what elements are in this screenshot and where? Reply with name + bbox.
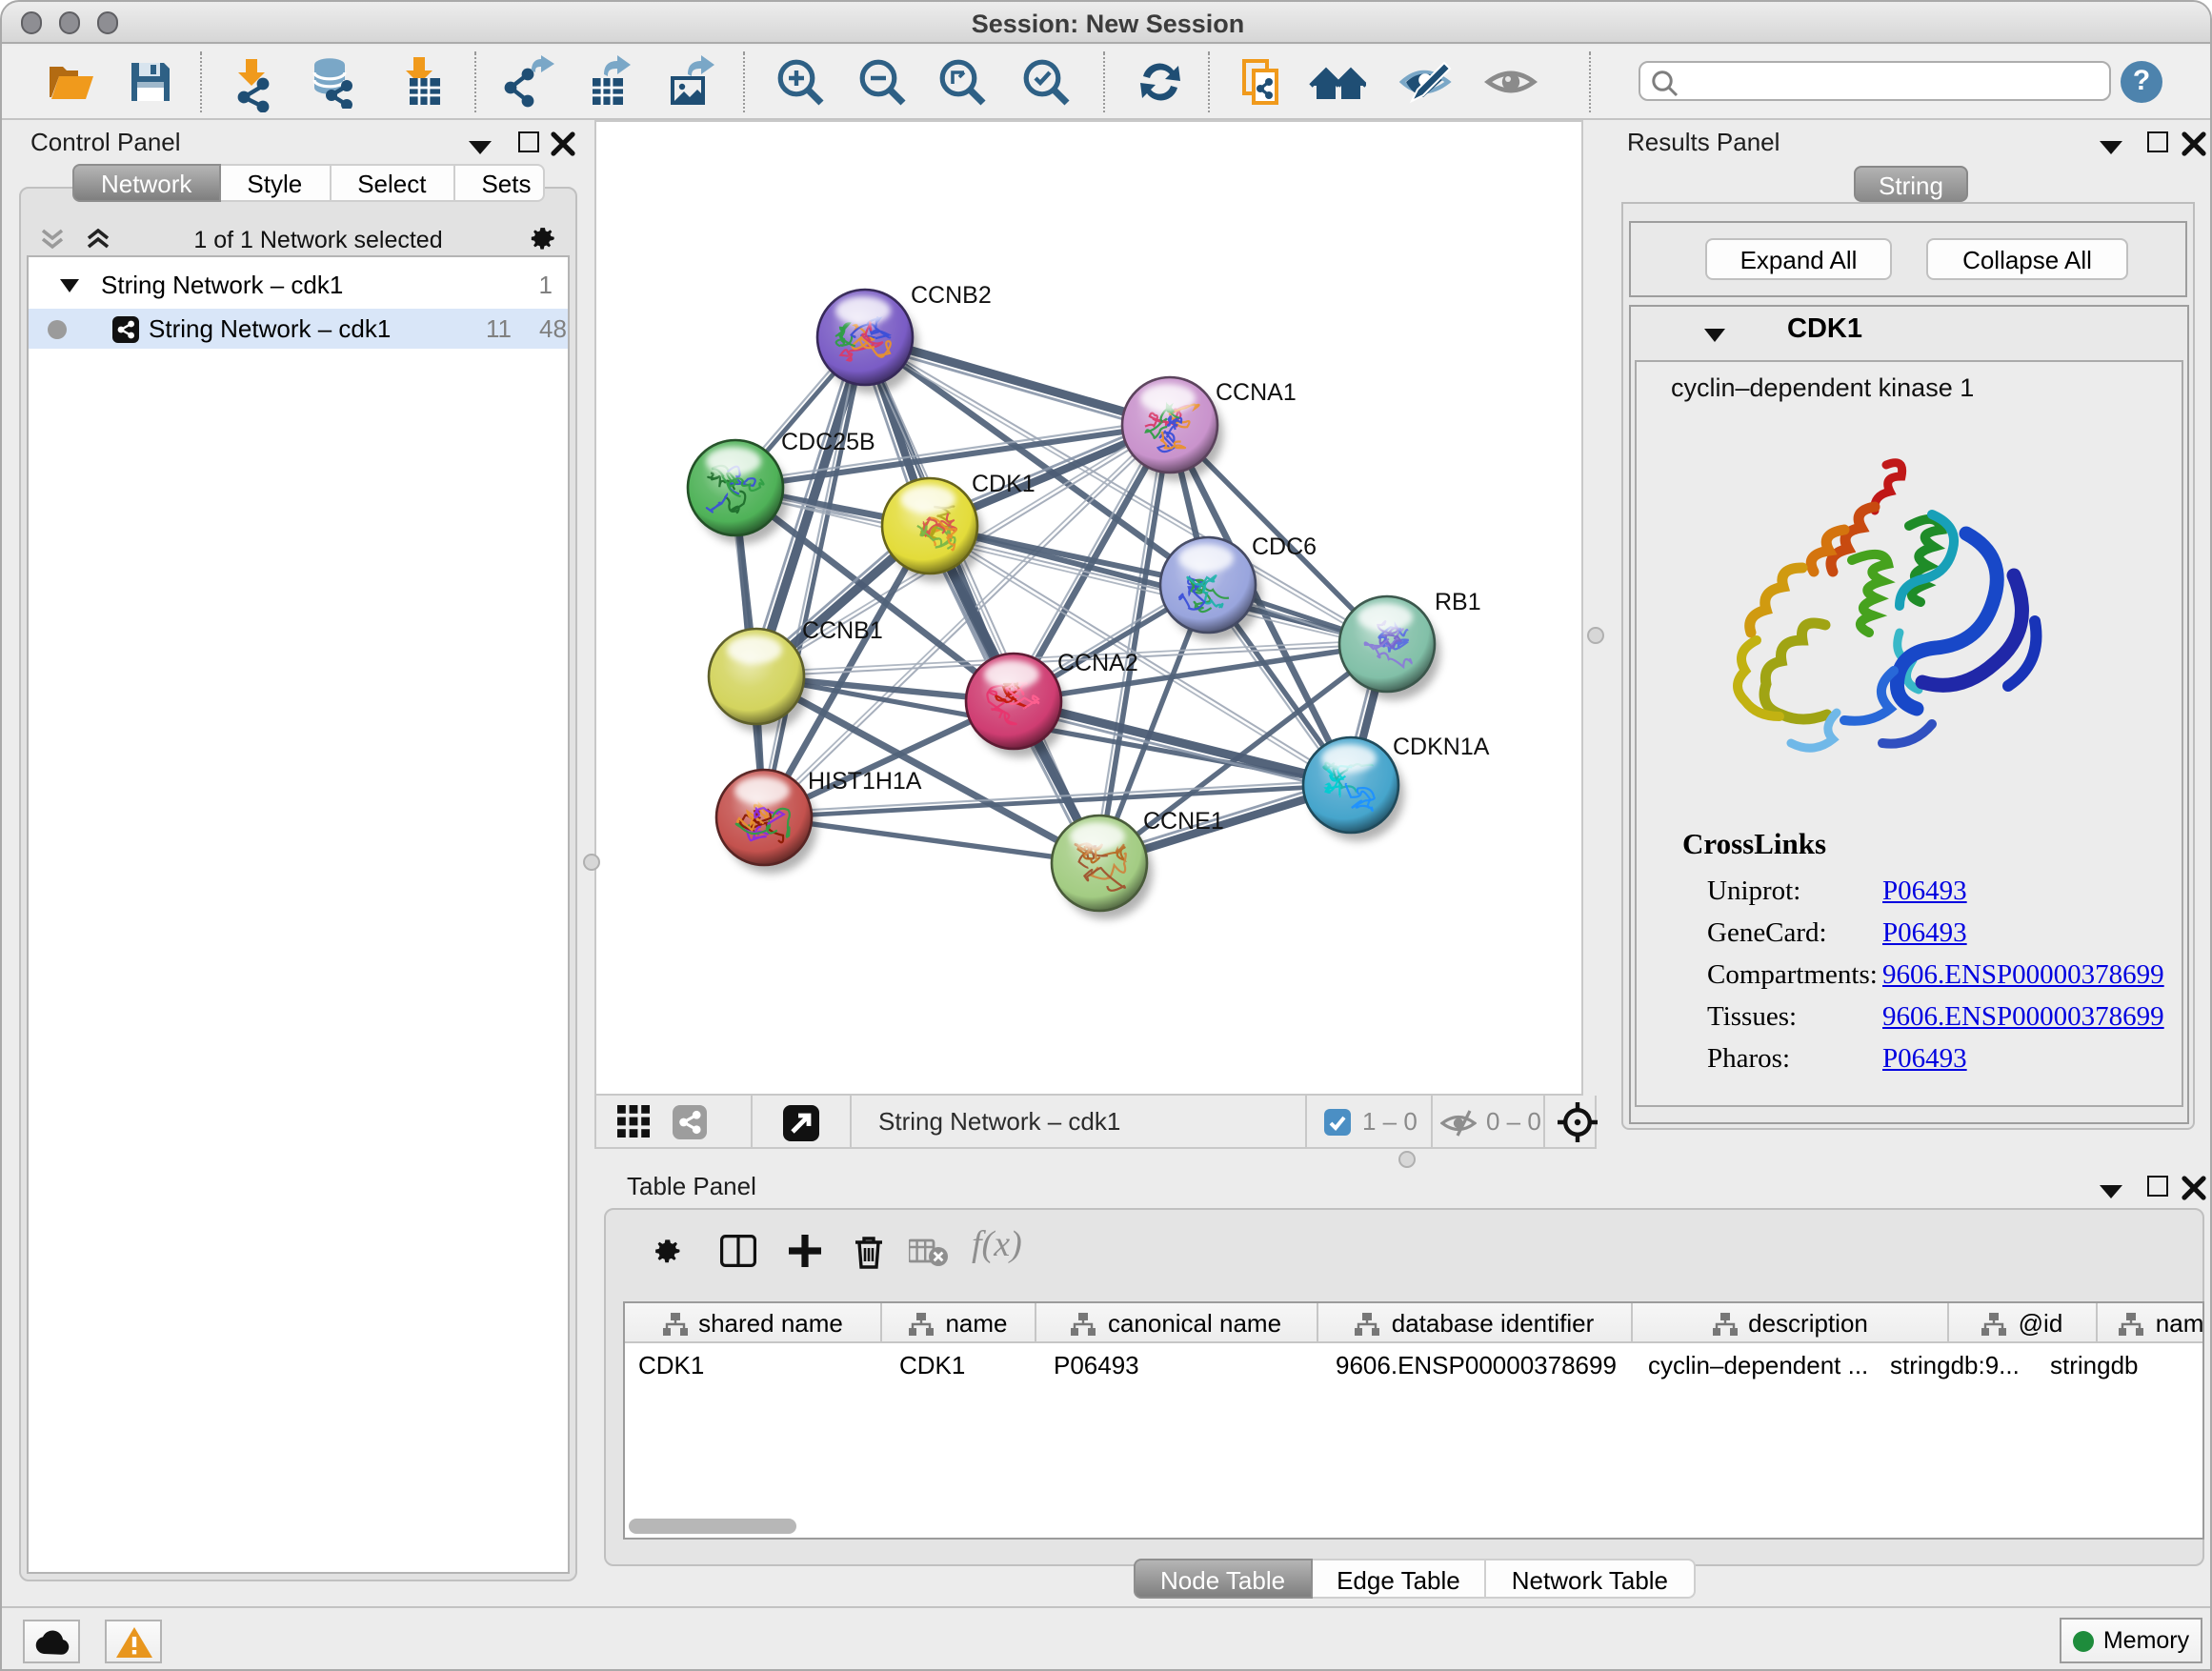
svg-text:CDC25B: CDC25B [781,429,875,455]
svg-text:CCNB1: CCNB1 [802,617,883,644]
svg-text:CDKN1A: CDKN1A [1393,734,1490,760]
svg-text:CDK1: CDK1 [972,471,1036,497]
svg-text:CDC6: CDC6 [1252,534,1317,560]
svg-text:CCNE1: CCNE1 [1143,808,1224,835]
svg-text:CCNB2: CCNB2 [911,282,992,309]
svg-text:HIST1H1A: HIST1H1A [808,768,922,795]
svg-text:RB1: RB1 [1435,589,1481,615]
svg-text:CCNA2: CCNA2 [1057,650,1138,676]
svg-text:CCNA1: CCNA1 [1216,379,1297,406]
